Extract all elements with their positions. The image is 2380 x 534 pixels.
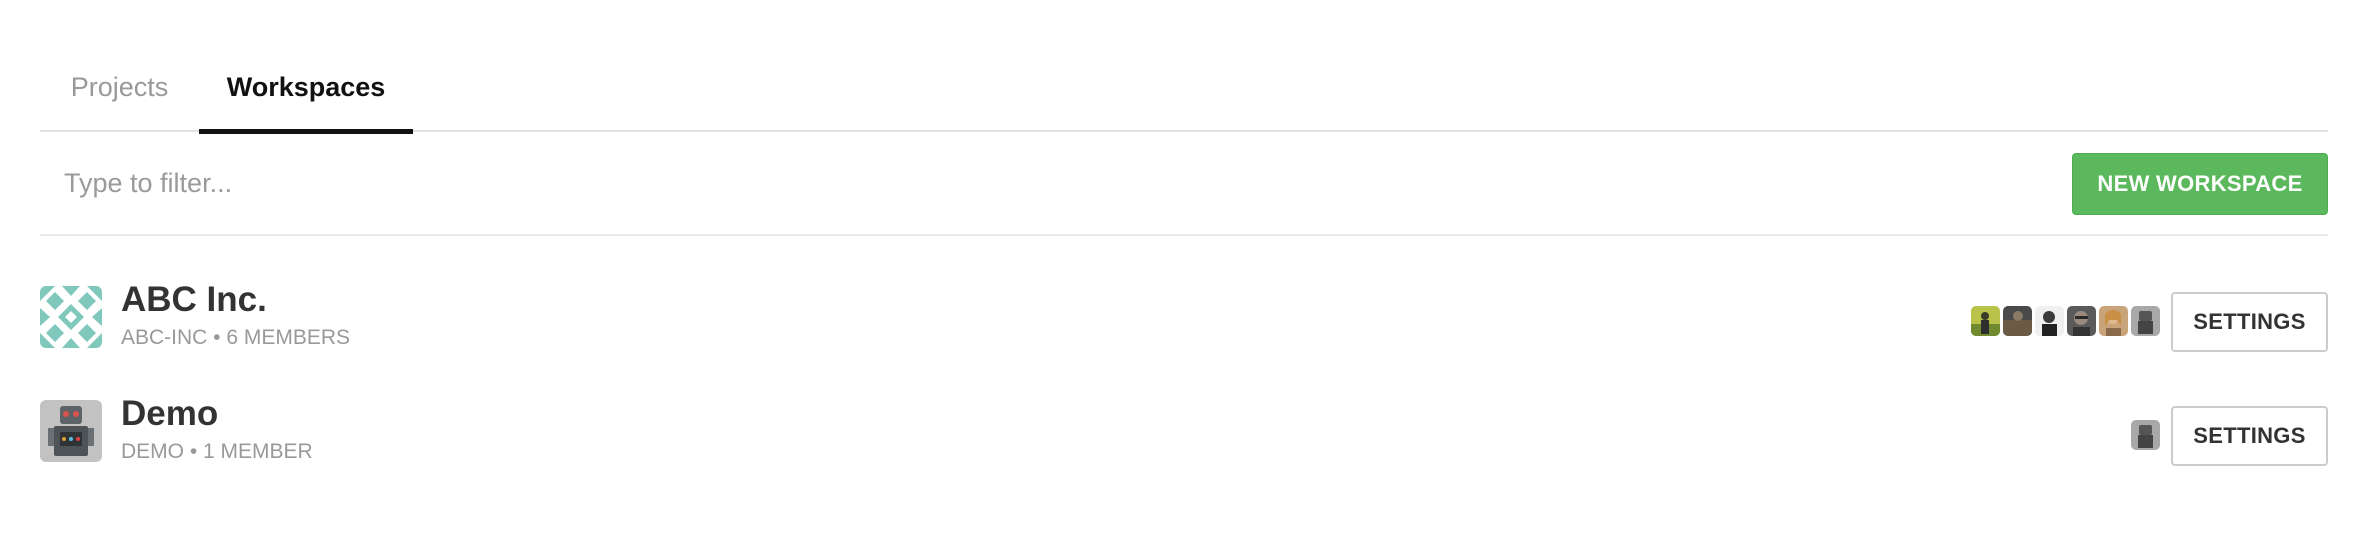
member-avatar[interactable]	[2099, 306, 2128, 336]
member-avatar[interactable]	[2003, 306, 2032, 336]
workspaces-page: Projects Workspaces NEW WORKSPACE	[40, 0, 2328, 534]
member-avatar[interactable]	[1971, 306, 2000, 336]
tab-projects[interactable]: Projects	[40, 50, 199, 132]
workspace-row-abc-inc: ABC Inc. ABC-INC • 6 MEMBERS SETTINGS	[40, 272, 2328, 362]
filter-input[interactable]	[40, 152, 1440, 214]
filter-row: NEW WORKSPACE	[40, 132, 2328, 236]
workspace-meta: ABC-INC • 6 MEMBERS	[121, 326, 351, 349]
member-avatar[interactable]	[2067, 306, 2096, 336]
settings-button[interactable]: SETTINGS	[2171, 406, 2328, 466]
workspace-avatar-robot-icon	[40, 400, 102, 462]
member-avatar[interactable]	[2131, 420, 2160, 450]
workspace-meta: DEMO • 1 MEMBER	[121, 440, 313, 463]
member-avatars	[1971, 306, 2160, 336]
workspace-row-demo: Demo DEMO • 1 MEMBER SETTINGS	[40, 386, 2328, 476]
workspace-avatar-pattern-icon	[40, 286, 102, 348]
new-workspace-button[interactable]: NEW WORKSPACE	[2072, 153, 2328, 215]
tab-workspaces[interactable]: Workspaces	[199, 50, 413, 134]
member-avatar[interactable]	[2035, 306, 2064, 336]
settings-button[interactable]: SETTINGS	[2171, 292, 2328, 352]
tab-bar: Projects Workspaces	[40, 50, 2328, 134]
workspace-name[interactable]: Demo	[121, 394, 218, 434]
workspace-name[interactable]: ABC Inc.	[121, 280, 267, 320]
member-avatar[interactable]	[2131, 306, 2160, 336]
member-avatars	[2131, 420, 2160, 450]
